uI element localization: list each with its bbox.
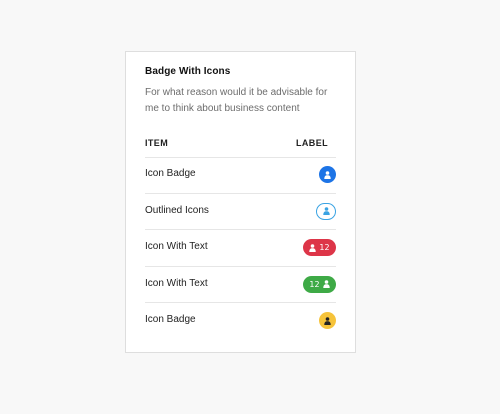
table-row: Icon Badge — [145, 157, 336, 194]
table-header: ITEM LABEL — [145, 135, 336, 158]
user-icon — [324, 170, 331, 179]
table-row: Icon With Text 12 — [145, 267, 336, 303]
icon-badge-blue — [319, 166, 336, 183]
row-item-text: Icon With Text — [145, 241, 208, 252]
user-icon — [324, 316, 331, 325]
row-item-text: Icon With Text — [145, 277, 208, 289]
card-description: For what reason would it be advisable fo… — [145, 87, 328, 114]
table-row: Icon Badge — [145, 303, 336, 340]
badge-count: 12 — [319, 243, 330, 252]
badge-card: Badge With Icons For what reason would i… — [125, 51, 356, 353]
user-icon — [322, 207, 330, 215]
table-row: Icon With Text 12 — [145, 230, 336, 267]
outlined-icon-badge — [316, 202, 336, 220]
column-header-label: LABEL — [296, 138, 328, 148]
badge-count: 12 — [309, 279, 320, 289]
icon-badge-yellow — [319, 312, 336, 329]
row-item-text: Icon Badge — [145, 314, 196, 325]
icon-text-badge-green: 12 — [303, 275, 336, 293]
table-row: Outlined Icons — [145, 194, 336, 230]
column-header-item: ITEM — [145, 138, 169, 148]
badge-table-body: Icon Badge Outlined Icons Icon With Text… — [145, 157, 336, 340]
card-title: Badge With Icons — [145, 66, 231, 77]
user-icon — [309, 243, 317, 252]
user-icon — [322, 280, 330, 288]
icon-text-badge-red: 12 — [303, 239, 336, 256]
row-item-text: Icon Badge — [145, 168, 196, 179]
row-item-text: Outlined Icons — [145, 204, 209, 216]
